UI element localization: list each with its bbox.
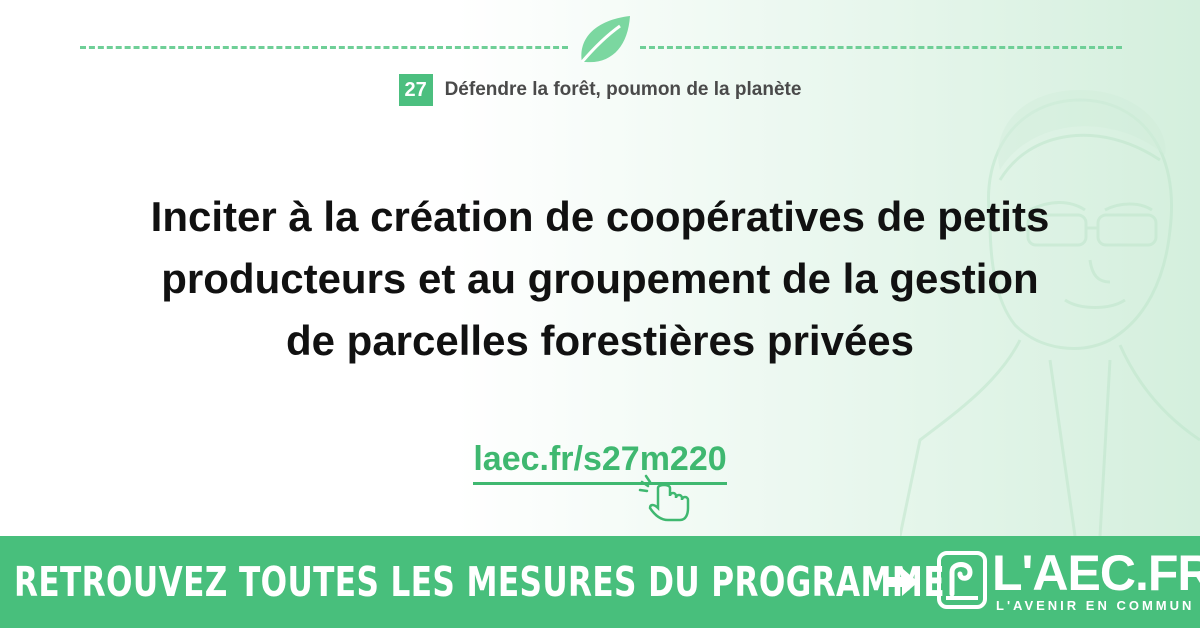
pointer-hand-icon — [638, 474, 690, 522]
logo-subtitle: L'AVENIR EN COMMUN — [996, 598, 1195, 613]
measure-headline: Inciter à la création de coopératives de… — [40, 186, 1160, 372]
footer-banner[interactable]: RETROUVEZ TOUTES LES MESURES DU PROGRAMM… — [0, 536, 1200, 628]
chapter-title: Défendre la forêt, poumon de la planète — [444, 79, 802, 100]
divider-left — [80, 46, 568, 49]
chapter-row: 27 Défendre la forêt, poumon de la planè… — [0, 74, 1200, 106]
headline-line: Inciter à la création de coopératives de… — [150, 193, 1050, 240]
arrow-right-icon — [886, 568, 918, 596]
logo-wordmark[interactable]: L'AEC.FR — [992, 544, 1200, 602]
footer-cta-text[interactable]: RETROUVEZ TOUTES LES MESURES DU PROGRAMM… — [14, 558, 945, 606]
leaf-icon — [580, 16, 630, 63]
measure-link-container: laec.fr/s27m220 — [0, 440, 1200, 485]
headline-line: de parcelles forestières privées — [285, 317, 915, 364]
chapter-number-badge: 27 — [398, 74, 433, 106]
divider-right — [640, 46, 1122, 49]
logo-mark-icon — [937, 551, 987, 609]
headline-line: producteurs et au groupement de la gesti… — [161, 255, 1039, 302]
